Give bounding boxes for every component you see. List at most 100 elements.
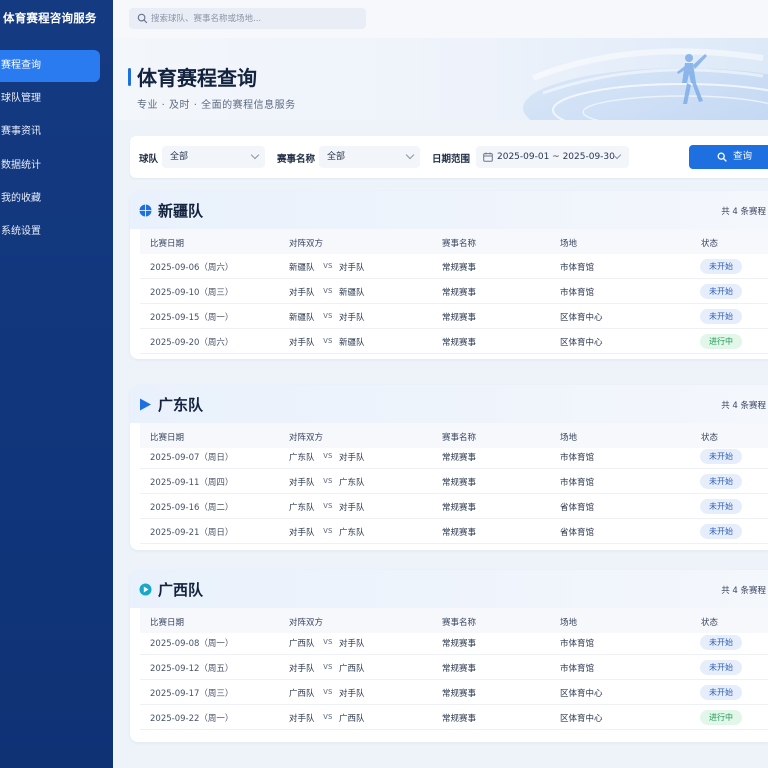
table-row[interactable]: 2025-09-21（周日） 对手队 vs 广东队 常规赛事 省体育馆 未开始 — [140, 519, 768, 544]
column-header-status: 状态 — [701, 239, 719, 249]
event-name: 常规赛事 — [442, 689, 477, 699]
venue: 市体育馆 — [560, 664, 595, 674]
title-accent-bar — [128, 68, 131, 86]
venue: 市体育馆 — [560, 453, 595, 463]
sidebar-item-schedule-query[interactable]: 赛程查询 — [0, 50, 100, 82]
search-icon — [137, 13, 148, 24]
top-bar — [113, 0, 768, 38]
venue: 市体育馆 — [560, 639, 595, 649]
column-header-matchup: 对阵双方 — [289, 433, 324, 443]
match-date: 2025-09-12（周五） — [150, 664, 234, 674]
venue: 区体育中心 — [560, 313, 603, 323]
schedule-count: 共 4 条赛程 — [721, 401, 766, 411]
column-header-event: 赛事名称 — [442, 618, 477, 628]
sidebar-item-favorites[interactable]: 我的收藏 — [0, 183, 100, 215]
column-header-venue: 场地 — [560, 618, 578, 628]
event-filter-label: 赛事名称 — [277, 154, 316, 165]
hero-banner: 体育赛程查询 专业 · 及时 · 全面的赛程信息服务 — [113, 38, 768, 120]
vs-label: vs — [323, 311, 333, 321]
away-team: 对手队 — [339, 689, 365, 699]
away-team: 新疆队 — [339, 288, 365, 298]
search-box[interactable] — [129, 8, 366, 29]
schedule-count: 共 4 条赛程 — [721, 207, 766, 217]
team-card-header: 广西队 共 4 条赛程 — [130, 570, 768, 608]
home-team: 广东队 — [289, 503, 315, 513]
team-name: 新疆队 — [158, 202, 204, 220]
event-name: 常规赛事 — [442, 263, 477, 273]
event-name: 常规赛事 — [442, 288, 477, 298]
event-name: 常规赛事 — [442, 313, 477, 323]
team-name: 广东队 — [158, 396, 204, 414]
event-name: 常规赛事 — [442, 503, 477, 513]
team-filter-label: 球队 — [139, 154, 159, 165]
chevron-down-icon — [405, 150, 415, 160]
event-name: 常规赛事 — [442, 453, 477, 463]
table-row[interactable]: 2025-09-17（周三） 广西队 vs 对手队 常规赛事 区体育中心 未开始 — [140, 680, 768, 705]
home-team: 对手队 — [289, 478, 315, 488]
sidebar-item-event-news[interactable]: 赛事资讯 — [0, 116, 100, 148]
table-row[interactable]: 2025-09-16（周二） 广东队 vs 对手队 常规赛事 省体育馆 未开始 — [140, 494, 768, 519]
sidebar-item-team-management[interactable]: 球队管理 — [0, 83, 100, 115]
column-header-matchup: 对阵双方 — [289, 618, 324, 628]
team-card-guangxi: 广西队 共 4 条赛程 比赛日期 对阵双方 赛事名称 场地 状态 2025-09… — [130, 570, 768, 742]
away-team: 对手队 — [339, 639, 365, 649]
basketball-icon — [139, 204, 152, 217]
match-date: 2025-09-17（周三） — [150, 689, 234, 699]
sidebar: 体育赛程咨询服务 赛程查询 球队管理 赛事资讯 数据统计 我的收藏 系统设置 — [0, 0, 113, 768]
vs-label: vs — [323, 662, 333, 672]
column-header-date: 比赛日期 — [150, 618, 185, 628]
event-select[interactable]: 全部 — [319, 146, 420, 168]
table-row[interactable]: 2025-09-20（周六） 对手队 vs 新疆队 常规赛事 区体育中心 进行中 — [140, 329, 768, 354]
sidebar-item-settings[interactable]: 系统设置 — [0, 216, 100, 248]
home-team: 对手队 — [289, 664, 315, 674]
query-button[interactable]: 查询 — [689, 145, 768, 169]
column-header-matchup: 对阵双方 — [289, 239, 324, 249]
home-team: 广东队 — [289, 453, 315, 463]
home-team: 对手队 — [289, 528, 315, 538]
table-row[interactable]: 2025-09-06（周六） 新疆队 vs 对手队 常规赛事 市体育馆 未开始 — [140, 254, 768, 279]
search-input[interactable] — [151, 10, 356, 27]
table-row[interactable]: 2025-09-08（周一） 广西队 vs 对手队 常规赛事 市体育馆 未开始 — [140, 630, 768, 655]
table-row[interactable]: 2025-09-12（周五） 对手队 vs 广西队 常规赛事 市体育馆 未开始 — [140, 655, 768, 680]
table-row[interactable]: 2025-09-15（周一） 新疆队 vs 对手队 常规赛事 区体育中心 未开始 — [140, 304, 768, 329]
vs-label: vs — [323, 261, 333, 271]
play-icon — [139, 583, 152, 596]
event-select-value: 全部 — [327, 152, 346, 162]
status-badge: 未开始 — [700, 474, 742, 489]
status-badge: 未开始 — [700, 685, 742, 700]
away-team: 广东队 — [339, 528, 365, 538]
match-date: 2025-09-11（周四） — [150, 478, 234, 488]
team-select[interactable]: 全部 — [162, 146, 265, 168]
vs-label: vs — [323, 476, 333, 486]
status-badge: 未开始 — [700, 660, 742, 675]
table-row[interactable]: 2025-09-11（周四） 对手队 vs 广东队 常规赛事 市体育馆 未开始 — [140, 469, 768, 494]
event-name: 常规赛事 — [442, 639, 477, 649]
vs-label: vs — [323, 336, 333, 346]
filter-bar: 球队 全部 赛事名称 全部 日期范围 2025-09-01 ~ 2025-09-… — [130, 136, 768, 178]
vs-label: vs — [323, 526, 333, 536]
date-range-picker[interactable]: 2025-09-01 ~ 2025-09-30 — [476, 146, 629, 168]
home-team: 广西队 — [289, 689, 315, 699]
team-card-xinjiang: 新疆队 共 4 条赛程 比赛日期 对阵双方 赛事名称 场地 状态 2025-09… — [130, 191, 768, 359]
date-range-value: 2025-09-01 ~ 2025-09-30 — [497, 152, 615, 162]
chevron-down-icon — [250, 150, 260, 160]
event-name: 常规赛事 — [442, 714, 477, 724]
match-date: 2025-09-10（周三） — [150, 288, 234, 298]
status-badge: 进行中 — [700, 710, 742, 725]
table-row[interactable]: 2025-09-22（周一） 对手队 vs 广西队 常规赛事 区体育中心 进行中 — [140, 705, 768, 730]
venue: 区体育中心 — [560, 714, 603, 724]
page-subtitle: 专业 · 及时 · 全面的赛程信息服务 — [137, 100, 296, 111]
column-header-event: 赛事名称 — [442, 239, 477, 249]
away-team: 广西队 — [339, 664, 365, 674]
venue: 省体育馆 — [560, 528, 595, 538]
table-row[interactable]: 2025-09-07（周日） 广东队 vs 对手队 常规赛事 市体育馆 未开始 — [140, 444, 768, 469]
column-header-venue: 场地 — [560, 239, 578, 249]
status-badge: 未开始 — [700, 309, 742, 324]
venue: 区体育中心 — [560, 338, 603, 348]
table-row[interactable]: 2025-09-10（周三） 对手队 vs 新疆队 常规赛事 市体育馆 未开始 — [140, 279, 768, 304]
home-team: 广西队 — [289, 639, 315, 649]
away-team: 广东队 — [339, 478, 365, 488]
sidebar-item-statistics[interactable]: 数据统计 — [0, 150, 100, 182]
status-badge: 未开始 — [700, 284, 742, 299]
stadium-illustration — [523, 48, 768, 120]
